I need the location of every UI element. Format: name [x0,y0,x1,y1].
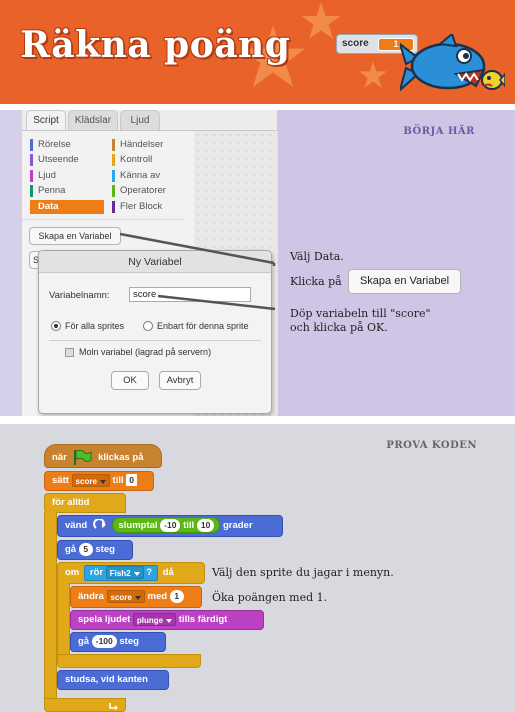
instruction-step3-line1: Döp variabeln till "score" [290,307,431,320]
note-choose-sprite: Välj den sprite du jagar i menyn. [212,566,394,579]
chevron-down-icon [166,618,173,623]
section-heading-try: PROVA KODEN [386,440,477,451]
block-text: grader [222,520,253,531]
spacer [0,416,515,424]
dropdown-value: score [75,476,97,486]
value-input[interactable]: 0 [126,474,138,487]
change-value-input[interactable]: 1 [169,589,184,603]
block-text: tills färdigt [178,614,228,625]
instruction-step3-line2: och klicka på OK. [290,321,388,334]
try-code-section: PROVA KODEN när klickas på sätt score ti… [0,424,515,712]
sprite-dropdown[interactable]: Fish2 [105,565,144,579]
play-sound-until-done-block[interactable]: spela ljudet plunge tills färdigt [70,610,264,630]
block-text: när [52,452,67,463]
note-increase-score: Öka poängen med 1. [212,591,328,604]
shark-fish-icon [400,34,505,92]
move-steps-block[interactable]: gå -100 steg [70,632,166,652]
block-text: med [147,591,168,602]
if-block-arm [57,583,70,655]
variable-dropdown[interactable]: score [71,473,110,487]
if-on-edge-bounce-block[interactable]: studsa, vid kanten [57,670,169,690]
random-operator[interactable]: slumptal -10 till 10 [112,517,221,534]
instruction-step2: Klicka på [290,275,342,288]
make-variable-callout-button: Skapa en Variabel [348,269,461,294]
move-steps-block[interactable]: gå 5 steg [57,540,133,560]
dropdown-value: Fish2 [109,568,131,578]
dropdown-value: plunge [136,615,164,625]
if-block-bottom [57,654,201,668]
block-text: till [112,475,124,486]
block-text: gå [78,636,90,647]
steps-input[interactable]: 5 [78,542,93,556]
turn-random-block[interactable]: vänd slumptal -10 till 10 grader [57,515,283,537]
star-decoration-icon [359,61,387,88]
header-banner: Räkna poäng score 1 [0,0,515,104]
touching-sprite-block[interactable]: rör Fish2 ? [83,564,159,581]
loop-arrow-icon [109,703,118,710]
block-text: rör [89,567,104,578]
chevron-down-icon [134,595,141,600]
green-flag-icon [74,450,92,466]
forever-block[interactable]: för alltid [44,493,126,513]
change-variable-block[interactable]: ändra score med 1 [70,586,202,608]
steps-input[interactable]: -100 [91,634,117,648]
instruction-step1: Välj Data. [290,250,344,263]
forever-block-bottom [44,698,126,712]
leader-lines [119,232,276,311]
block-text: om [65,567,80,578]
score-monitor-label: score [342,38,369,49]
block-text: spela ljudet [78,614,131,625]
block-text: steg [119,636,139,647]
block-text: gå [65,544,77,555]
block-text: ändra [78,591,104,602]
block-text: klickas på [98,452,144,463]
rotate-clockwise-icon [92,518,106,530]
section-heading-start: BÖRJA HÄR [403,126,475,137]
variable-dropdown[interactable]: score [106,589,145,603]
random-to-input[interactable]: 10 [196,519,215,533]
dropdown-value: score [110,592,132,602]
block-text: vänd [65,520,88,531]
block-text: till [183,520,195,532]
block-text: då [162,567,174,578]
page-title: Räkna poäng [20,24,291,66]
chevron-down-icon [99,479,106,484]
sound-dropdown[interactable]: plunge [132,612,177,626]
block-text: ? [146,567,153,578]
block-text: slumptal [118,520,158,532]
block-text: sätt [52,475,69,486]
random-from-input[interactable]: -10 [160,519,181,533]
set-variable-block[interactable]: sätt score till 0 [44,471,154,491]
forever-block-arm [44,512,57,698]
if-block[interactable]: om rör Fish2 ? då [57,562,205,584]
start-here-section: Script Klädslar Ljud Rörelse Utseende Lj… [0,110,515,416]
when-flag-clicked-block[interactable]: när klickas på [44,444,162,468]
chevron-down-icon [133,571,140,576]
block-text: steg [95,544,115,555]
